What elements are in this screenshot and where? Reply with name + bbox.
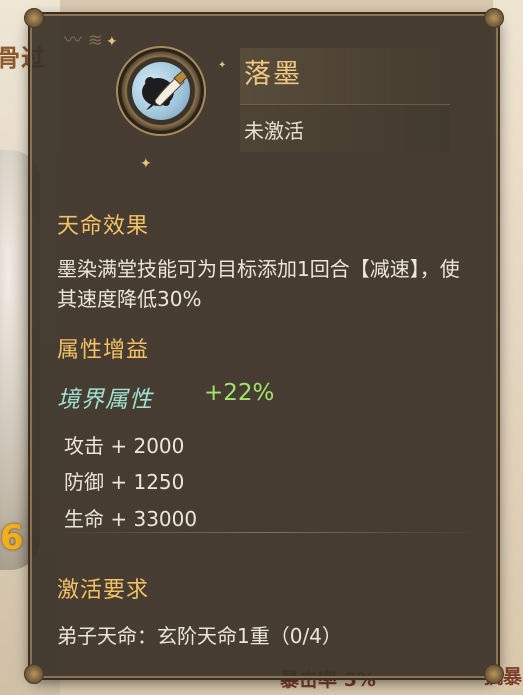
stat-defense: 防御 + 1250 <box>64 470 185 494</box>
realm-attribute-label: 境界属性 <box>57 387 153 413</box>
stat-health: 生命 + 33000 <box>64 507 198 531</box>
ink-brush-icon <box>132 62 190 120</box>
activation-requirement-text: 弟子天命：玄阶天命1重（0/4） <box>57 624 342 648</box>
sparkle-icon: ✦ <box>140 156 152 172</box>
activation-status: 未激活 <box>244 119 304 143</box>
corner-ornament-icon <box>484 8 504 28</box>
cloud-ornament-icon: 〰 ≋ <box>64 30 103 51</box>
stat-attack: 攻击 + 2000 <box>64 434 185 458</box>
item-name: 落墨 <box>244 59 302 90</box>
realm-attribute-value: +22% <box>204 380 275 406</box>
corner-ornament-icon <box>24 8 44 28</box>
corner-ornament-icon <box>24 664 44 684</box>
section-divider <box>52 532 480 533</box>
fate-tooltip-panel: 〰 ≋ ✦ ✦ ✦ 落墨 未激活 天命效果 墨染满堂技能可为目标添加1回合【减速… <box>24 8 504 684</box>
background-level-badge: 6 <box>0 518 24 558</box>
corner-ornament-icon <box>484 664 504 684</box>
sparkle-icon: ✦ <box>218 60 227 71</box>
item-icon-frame[interactable] <box>116 46 206 136</box>
fate-effect-description: 墨染满堂技能可为目标添加1回合【减速】，使其速度降低30% <box>57 257 460 311</box>
fate-effect-title: 天命效果 <box>57 214 150 239</box>
activation-requirement-title: 激活要求 <box>57 578 150 603</box>
sparkle-icon: ✦ <box>106 34 118 50</box>
attribute-bonus-title: 属性增益 <box>57 338 150 363</box>
